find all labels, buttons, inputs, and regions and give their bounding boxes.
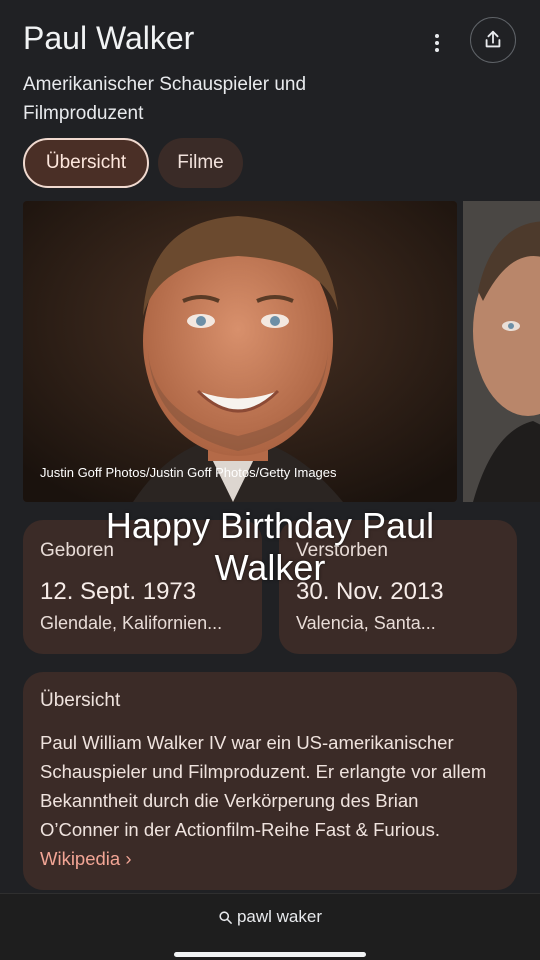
wikipedia-link[interactable]: Wikipedia ›	[40, 848, 132, 869]
overview-text: Paul William Walker IV war ein US-amerik…	[40, 728, 502, 873]
overlay-caption: Happy Birthday Paul Walker	[105, 505, 435, 588]
portrait-image	[23, 201, 457, 502]
search-query-button[interactable]: pawl waker	[0, 907, 540, 927]
overview-description: Paul William Walker IV war ein US-amerik…	[40, 732, 487, 840]
page-title: Paul Walker	[23, 20, 195, 56]
share-icon	[485, 30, 501, 48]
main-photo[interactable]	[23, 201, 457, 502]
home-indicator[interactable]	[174, 952, 366, 957]
secondary-photo[interactable]	[463, 201, 540, 502]
tab-overview[interactable]: Übersicht	[23, 138, 149, 188]
tab-movies[interactable]: Filme	[158, 138, 243, 188]
born-place: Glendale, Kalifornien...	[40, 613, 223, 633]
more-vert-icon	[435, 34, 439, 38]
bottom-bar: pawl waker	[0, 893, 540, 960]
search-query: pawl waker	[236, 907, 323, 926]
share-button[interactable]	[470, 17, 516, 63]
overview-card: Übersicht Paul William Walker IV war ein…	[23, 672, 517, 890]
search-icon	[219, 910, 232, 924]
page-subtitle: Amerikanischer Schauspieler und Filmprod…	[23, 74, 307, 124]
portrait-image-2	[463, 201, 540, 502]
more-options-button[interactable]	[425, 26, 449, 60]
photo-credit: Justin Goff Photos/Justin Goff Photos/Ge…	[40, 465, 337, 480]
overview-title: Übersicht	[40, 690, 121, 711]
died-place: Valencia, Santa...	[296, 613, 436, 633]
